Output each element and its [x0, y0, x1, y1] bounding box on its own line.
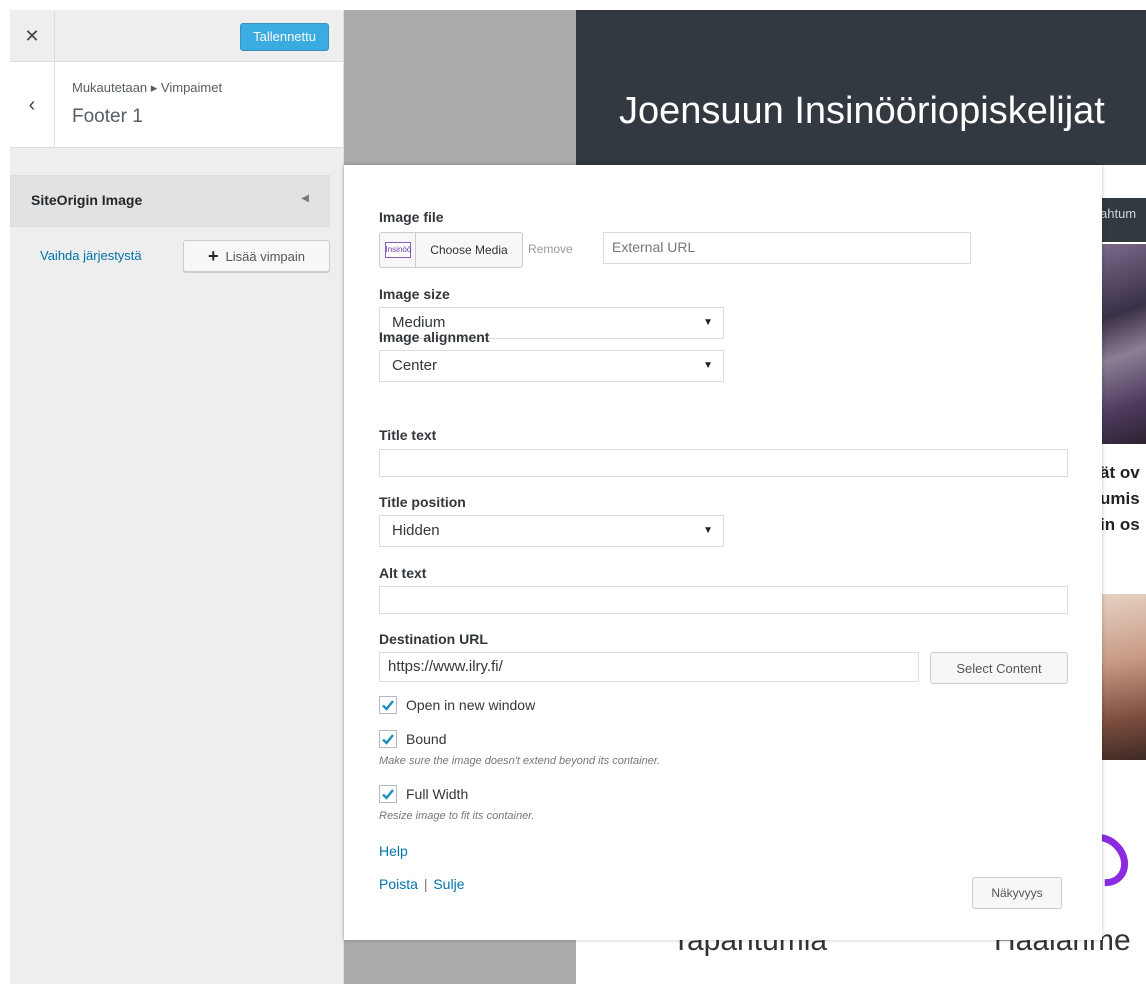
customizer-sidebar: ✕ Tallennettu ‹ Mukautetaan ▸ Vimpaimet … [10, 10, 344, 984]
close-link[interactable]: Sulje [433, 876, 464, 892]
preview-text-line: in os [1100, 515, 1140, 534]
image-file-label: Image file [379, 209, 444, 225]
add-widget-button[interactable]: + Lisää vimpain [183, 240, 330, 272]
section-title: Footer 1 [72, 106, 143, 127]
title-position-value: Hidden [392, 522, 440, 539]
add-widget-label: Lisää vimpain [225, 248, 306, 264]
destination-url-input[interactable]: https://www.ilry.fi/ [379, 652, 919, 682]
full-width-checkbox[interactable] [379, 785, 397, 803]
widget-title: SiteOrigin Image [31, 192, 143, 208]
close-icon[interactable]: ✕ [10, 10, 55, 62]
title-text-label: Title text [379, 427, 437, 443]
preview-text: ät ov umis in os [1100, 460, 1146, 538]
choose-media-label: Choose Media [430, 243, 508, 257]
plus-icon: + [207, 246, 219, 266]
dialog-actions: Poista | Sulje [379, 876, 464, 892]
external-url-input[interactable]: External URL [603, 232, 971, 264]
alt-text-label: Alt text [379, 565, 427, 581]
save-button[interactable]: Tallennettu [240, 23, 329, 51]
full-width-label: Full Width [406, 786, 469, 802]
delete-link[interactable]: Poista [379, 876, 418, 892]
image-alignment-label: Image alignment [379, 329, 490, 345]
checkmark-icon [382, 789, 394, 800]
dropdown-caret-icon: ▼ [703, 360, 713, 371]
title-text-input[interactable] [379, 449, 1068, 477]
remove-media-link[interactable]: Remove [528, 242, 573, 256]
title-position-label: Title position [379, 494, 466, 510]
preview-text-line: ät ov [1100, 463, 1140, 482]
widget-form-dialog: Image file Insinöö Choose Media Remove E… [344, 165, 1102, 940]
destination-url-label: Destination URL [379, 631, 488, 647]
choose-media-button[interactable]: Insinöö Choose Media [379, 232, 523, 268]
widget-item-siteorigin-image[interactable]: SiteOrigin Image ◀ [10, 175, 330, 227]
image-alignment-select[interactable]: Center ▼ [379, 350, 724, 382]
reorder-link[interactable]: Vaihda järjestystä [40, 248, 142, 263]
preview-text-line: umis [1100, 489, 1140, 508]
preview-image-crowd [1102, 244, 1146, 444]
open-new-window-label: Open in new window [406, 697, 536, 713]
dropdown-caret-icon: ▼ [703, 317, 713, 328]
checkmark-icon [382, 700, 394, 711]
title-position-select[interactable]: Hidden ▼ [379, 515, 724, 547]
bound-hint: Make sure the image doesn't extend beyon… [379, 755, 661, 767]
collapse-arrow-icon[interactable]: ◀ [301, 193, 309, 204]
chevron-left-icon[interactable]: ‹ [10, 62, 55, 148]
preview-header [576, 10, 1146, 165]
action-separator: | [423, 876, 428, 892]
visibility-button[interactable]: Näkyvyys [972, 877, 1062, 909]
open-new-window-checkbox[interactable] [379, 696, 397, 714]
alt-text-input[interactable] [379, 586, 1068, 614]
section-header: ‹ Mukautetaan ▸ Vimpaimet Footer 1 [10, 62, 343, 148]
bound-checkbox[interactable] [379, 730, 397, 748]
image-size-label: Image size [379, 286, 450, 302]
media-thumbnail: Insinöö [380, 233, 416, 267]
help-link[interactable]: Help [379, 843, 408, 859]
media-thumbnail-text: Insinöö [384, 242, 411, 258]
customizer-header: ✕ Tallennettu [10, 10, 343, 62]
breadcrumb: Mukautetaan ▸ Vimpaimet [72, 80, 223, 95]
bound-label: Bound [406, 731, 447, 747]
checkmark-icon [382, 734, 394, 745]
dropdown-caret-icon: ▼ [703, 525, 713, 536]
select-content-button[interactable]: Select Content [930, 652, 1068, 684]
preview-image-face [1102, 594, 1146, 760]
site-title: Joensuun Insinööriopiskelijat [619, 90, 1105, 132]
full-width-hint: Resize image to fit its container. [379, 810, 535, 822]
image-alignment-value: Center [392, 357, 438, 374]
